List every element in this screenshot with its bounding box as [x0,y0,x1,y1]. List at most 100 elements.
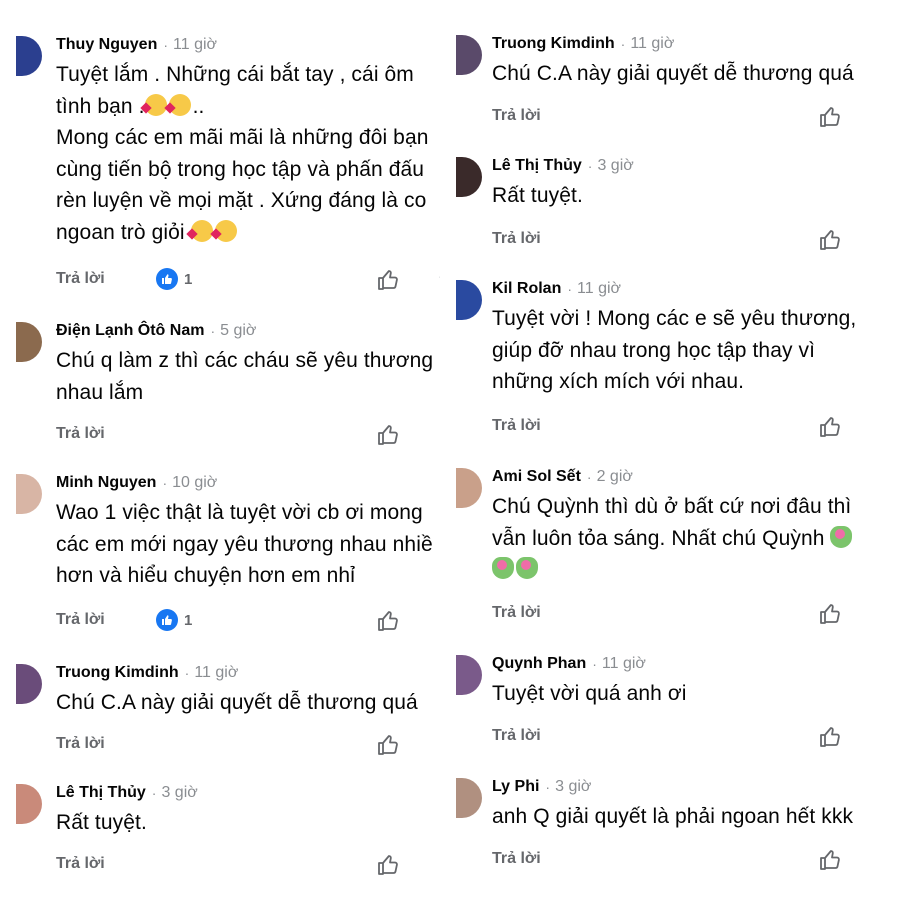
comment-header: Minh Nguyen · 10 giờ [56,472,217,494]
like-icon[interactable] [818,602,842,626]
like-icon[interactable] [376,423,400,447]
like-icon[interactable] [376,268,400,292]
comment-text: Chú Quỳnh thì dù ở bất cứ nơi đâu thì vẫ… [492,491,892,586]
comment-actions: Trả lời [56,423,416,447]
commenter-name[interactable]: Ami Sol Sết [492,468,581,486]
commenter-name[interactable]: Thuy Nguyen [56,36,157,54]
comment-line-suffix: .. [192,94,205,118]
comment-line: Tuyệt vời ! Mong các e sẽ yêu thương, [492,307,857,330]
reply-button[interactable]: Trả lời [492,604,541,622]
commenter-name[interactable]: Truong Kimdinh [492,35,615,53]
smiling-face-with-hearts-icon [214,219,237,242]
reaction-count: 1 [184,270,193,288]
smiling-face-with-hearts-icon [144,93,167,116]
reply-button[interactable]: Trả lời [492,850,541,868]
like-icon[interactable] [376,609,400,633]
comment-line: tình bạn ... [56,91,440,123]
like-icon[interactable] [818,848,842,872]
comment-line: nhau lắm [56,380,144,404]
separator-dot: · [151,785,157,801]
comment-line: những xích mích với nhau. [492,370,745,393]
commenter-name[interactable]: Lê Thị Thủy [56,784,146,802]
comment-actions: Trả lời [56,733,416,757]
comment-actions: Trả lời [492,415,852,439]
separator-dot: · [587,158,593,174]
avatar[interactable] [456,655,482,695]
comment-time[interactable]: 3 giờ [597,157,633,175]
reply-button[interactable]: Trả lời [492,727,541,745]
reply-button[interactable]: Trả lời [492,107,541,125]
avatar[interactable] [16,322,42,362]
comment-line: giúp đỡ nhau trong học tập thay vì [492,338,816,362]
comment-header: Điện Lạnh Ôtô Nam · 5 giờ [56,320,256,342]
commenter-name[interactable]: Minh Nguyen [56,474,156,492]
reply-button[interactable]: Trả lời [492,417,541,435]
comment-header: Thuy Nguyen · 11 giờ [56,34,217,56]
separator-dot: · [162,475,168,491]
reply-button[interactable]: Trả lời [492,230,541,248]
like-icon[interactable] [818,105,842,129]
like-icon[interactable] [818,228,842,252]
comment-time[interactable]: 11 giờ [194,664,238,682]
comment-actions: Trả lời [56,853,416,877]
comment-text: Wao 1 việc thật là tuyệt vời cb ơi mong … [56,497,440,592]
reaction-count: 1 [184,611,193,629]
reaction-summary[interactable]: 1 [156,609,192,631]
reply-button[interactable]: Trả lời [56,735,105,753]
avatar[interactable] [16,664,42,704]
comment-time[interactable]: 11 giờ [630,35,674,53]
separator-dot: · [210,323,216,339]
comment-time[interactable]: 3 giờ [161,784,197,802]
avatar[interactable] [456,157,482,197]
comment-actions: Trả lời 1 [56,609,416,633]
comment-column-left: Thuy Nguyen · 11 giờ Tuyệt lắm . Những c… [0,0,440,900]
like-icon[interactable] [376,733,400,757]
smiling-face-with-hearts-icon [190,219,213,242]
avatar[interactable] [456,778,482,818]
smiling-face-with-hearts-icon [168,93,191,116]
comment-time[interactable]: 5 giờ [220,322,256,340]
reply-button[interactable]: Trả lời [56,270,105,288]
like-icon[interactable] [818,725,842,749]
comment-text: anh Q giải quyết là phải ngoan hết kkk [492,801,892,833]
commenter-name[interactable]: Quynh Phan [492,655,586,673]
comment-line: vẫn luôn tỏa sáng. Nhất chú Quỳnh [492,523,892,555]
avatar[interactable] [456,35,482,75]
comment-time[interactable]: 11 giờ [577,280,621,298]
separator-dot: · [586,469,592,485]
separator-dot: · [163,37,169,53]
more-options-icon[interactable]: · [438,268,440,284]
avatar[interactable] [16,784,42,824]
reply-button[interactable]: Trả lời [56,611,105,629]
comment-text: Chú C.A này giải quyết dễ thương quá [56,687,440,719]
avatar[interactable] [16,474,42,514]
commenter-name[interactable]: Lê Thị Thủy [492,157,582,175]
comment-line: anh Q giải quyết là phải ngoan hết kkk [492,805,854,828]
comment-time[interactable]: 11 giờ [602,655,646,673]
reaction-summary[interactable]: 1 [156,268,192,290]
comment-line: hơn và hiểu chuyện hơn em nhỉ [56,564,355,587]
reply-button[interactable]: Trả lời [56,425,105,443]
separator-dot: · [620,36,626,52]
comment-header: Ami Sol Sết · 2 giờ [492,466,633,488]
avatar[interactable] [456,468,482,508]
avatar[interactable] [456,280,482,320]
commenter-name[interactable]: Điện Lạnh Ôtô Nam [56,322,204,340]
comment-line: các em mới ngay yêu thương nhau nhiề [56,532,433,556]
like-icon[interactable] [376,853,400,877]
comment-time[interactable]: 2 giờ [597,468,633,486]
comment-line: Mong các em mãi mãi là những đôi bạn [56,126,429,149]
like-icon[interactable] [818,415,842,439]
comment-line-text: tình bạn . [56,94,145,118]
separator-dot: · [567,281,573,297]
commenter-name[interactable]: Truong Kimdinh [56,664,179,682]
reply-button[interactable]: Trả lời [56,855,105,873]
comment-text: Tuyệt vời quá anh ơi [492,678,892,710]
comment-time[interactable]: 10 giờ [172,474,217,492]
comment-time[interactable]: 3 giờ [555,778,591,796]
comment-line: rèn luyện về mọi mặt . Xứng đáng là co [56,189,427,212]
avatar[interactable] [16,36,42,76]
commenter-name[interactable]: Ly Phi [492,778,539,796]
comment-time[interactable]: 11 giờ [173,36,217,54]
commenter-name[interactable]: Kil Rolan [492,280,561,298]
